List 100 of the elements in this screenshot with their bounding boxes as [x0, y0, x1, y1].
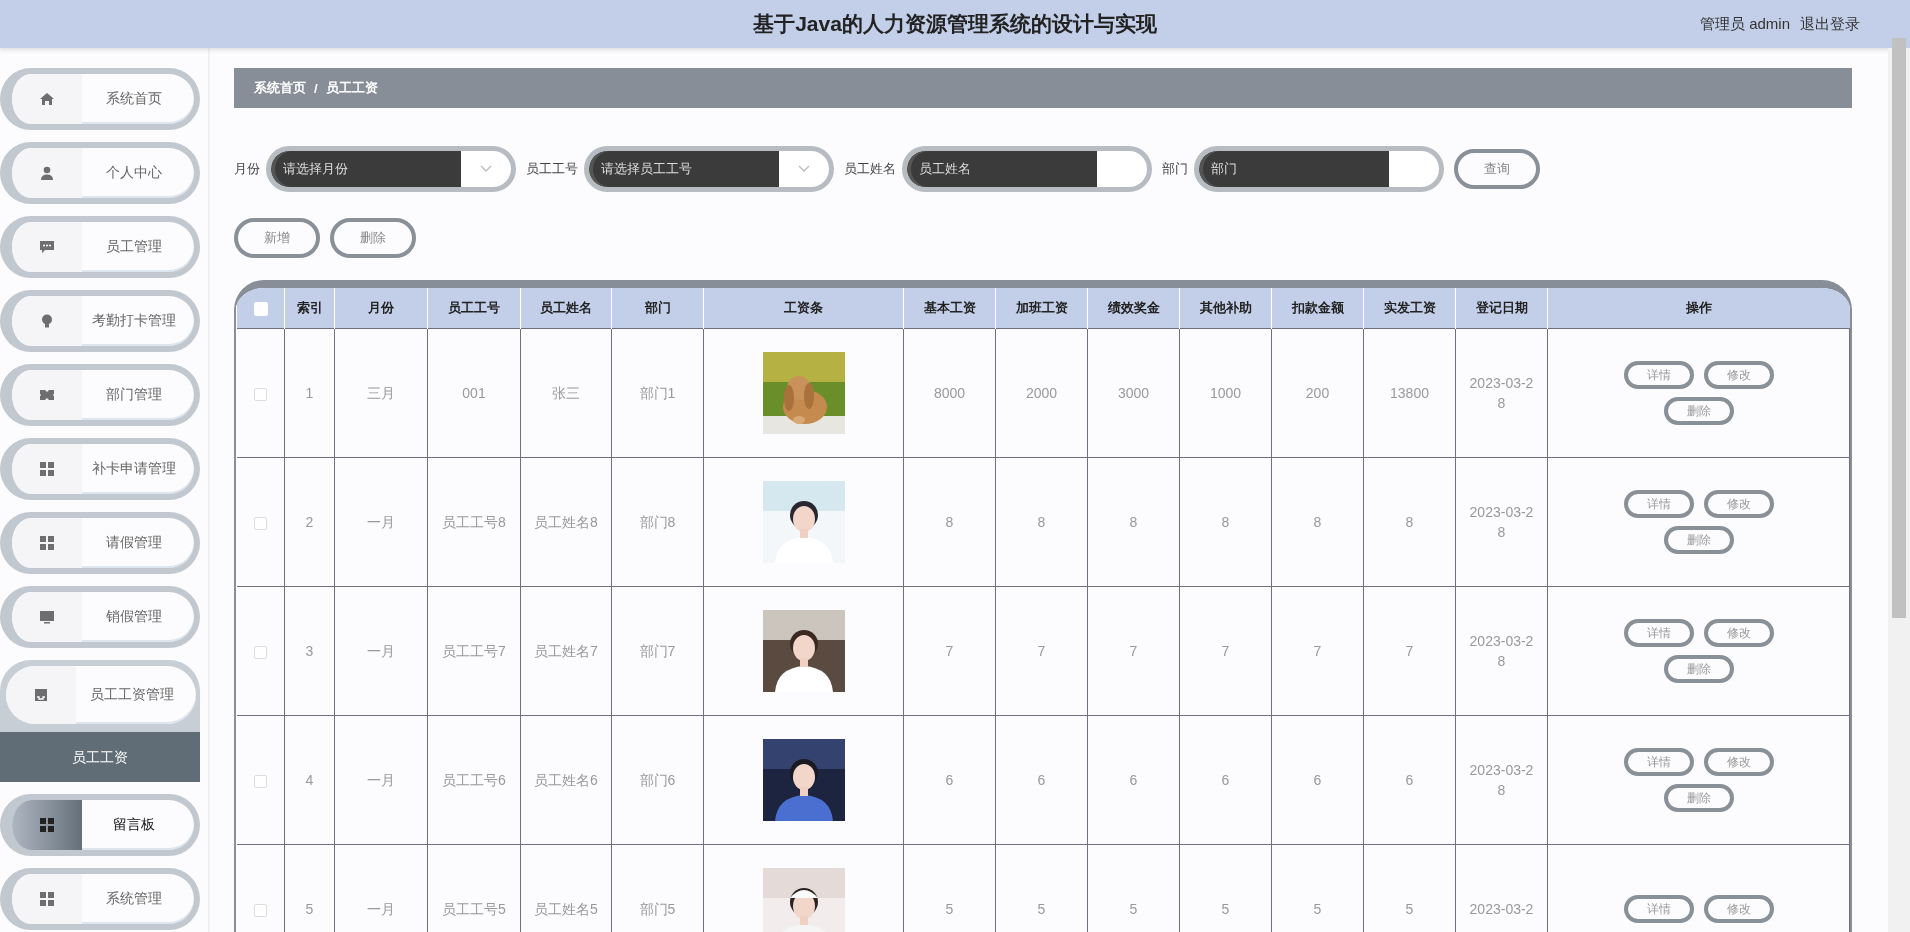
- row-checkbox[interactable]: [253, 516, 267, 530]
- home-icon: [39, 91, 55, 107]
- table-cell: 7: [1271, 586, 1364, 716]
- field-label: 员工姓名: [844, 160, 896, 178]
- user-icon: [39, 165, 55, 181]
- row-action-button[interactable]: 删除: [1663, 526, 1734, 554]
- logout-link[interactable]: 退出登录: [1800, 14, 1860, 34]
- table-cell: 8: [995, 457, 1088, 587]
- table-cell: 部门7: [611, 586, 704, 716]
- table-cell: 200: [1271, 328, 1364, 458]
- table-cell: 员工工号7: [427, 586, 521, 716]
- sidebar-item[interactable]: 部门管理: [0, 364, 200, 426]
- column-header: 登记日期: [1455, 288, 1548, 329]
- table-cell: 001: [427, 328, 521, 458]
- select-all-checkbox[interactable]: [253, 301, 268, 316]
- bulb-icon: [39, 313, 55, 329]
- tray-icon: [33, 687, 49, 703]
- grid-icon: [39, 891, 55, 907]
- ticket-icon: [39, 387, 55, 403]
- sidebar-subitem[interactable]: 员工工资: [0, 732, 200, 782]
- row-action-button[interactable]: 删除: [1663, 397, 1734, 425]
- sidebar-item[interactable]: 考勤打卡管理: [0, 290, 200, 352]
- row-action-button[interactable]: 修改: [1703, 361, 1774, 389]
- select-field[interactable]: 请选择月份: [266, 146, 516, 192]
- table-cell: 7: [1179, 586, 1272, 716]
- table-cell: 3: [284, 586, 335, 716]
- table-cell: 6: [903, 715, 996, 845]
- chevron-down-icon: [480, 165, 492, 173]
- chat-bubble-icon: [39, 239, 55, 255]
- table-cell: 员工工号6: [427, 715, 521, 845]
- breadcrumb-link[interactable]: 系统首页: [254, 79, 306, 97]
- sidebar-item[interactable]: 个人中心: [0, 142, 200, 204]
- row-action-button[interactable]: 修改: [1703, 895, 1774, 923]
- table-cell: 7: [995, 586, 1088, 716]
- row-action-button[interactable]: 删除: [1663, 655, 1734, 683]
- sidebar-item[interactable]: 销假管理: [0, 586, 200, 648]
- table-cell: 2023-03-28: [1455, 715, 1548, 845]
- column-header: 工资条: [703, 288, 904, 329]
- table-cell: 8: [903, 457, 996, 587]
- search-button[interactable]: 查询: [1454, 149, 1540, 189]
- row-checkbox[interactable]: [253, 903, 267, 917]
- row-checkbox[interactable]: [253, 645, 267, 659]
- table-cell: 员工姓名6: [520, 715, 612, 845]
- row-action-button[interactable]: 修改: [1703, 748, 1774, 776]
- breadcrumb-separator: /: [314, 80, 318, 96]
- table-cell: 8: [1179, 457, 1272, 587]
- grid-icon: [39, 817, 55, 833]
- column-header: 加班工资: [995, 288, 1088, 329]
- table-cell: 部门6: [611, 715, 704, 845]
- table-cell: 2023-03-28: [1455, 586, 1548, 716]
- table-cell: 一月: [334, 457, 428, 587]
- row-action-button[interactable]: 详情: [1623, 490, 1694, 518]
- sidebar-item[interactable]: 补卡申请管理: [0, 438, 200, 500]
- column-header: 部门: [611, 288, 704, 329]
- table-cell: 张三: [520, 328, 612, 458]
- sidebar-item[interactable]: 系统管理: [0, 868, 200, 930]
- column-header: 员工姓名: [520, 288, 612, 329]
- table-cell: 员工工号8: [427, 457, 521, 587]
- sidebar-item[interactable]: 员工管理: [0, 216, 200, 278]
- table-cell: 7: [1363, 586, 1456, 716]
- column-header: 其他补助: [1179, 288, 1272, 329]
- row-action-button[interactable]: 详情: [1623, 895, 1694, 923]
- table-cell: 三月: [334, 328, 428, 458]
- column-header: 扣款金额: [1271, 288, 1364, 329]
- sidebar-item[interactable]: 留言板: [0, 794, 200, 856]
- table-cell: 6: [1271, 715, 1364, 845]
- row-action-button[interactable]: 修改: [1703, 619, 1774, 647]
- column-header: 操作: [1547, 288, 1850, 329]
- sidebar-item[interactable]: 系统首页: [0, 68, 200, 130]
- input-field[interactable]: 部门: [1194, 146, 1444, 192]
- column-header: 绩效奖金: [1087, 288, 1180, 329]
- field-label: 员工工号: [526, 160, 578, 178]
- row-action-button[interactable]: 详情: [1623, 619, 1694, 647]
- table-cell: 员工姓名8: [520, 457, 612, 587]
- action-button[interactable]: 新增: [234, 218, 320, 258]
- column-header: 员工工号: [427, 288, 521, 329]
- grid-icon: [39, 461, 55, 477]
- table-cell: 8: [1363, 457, 1456, 587]
- row-action-button[interactable]: 修改: [1703, 490, 1774, 518]
- table-cell: 2: [284, 457, 335, 587]
- table-cell: 6: [1087, 715, 1180, 845]
- row-checkbox[interactable]: [253, 387, 267, 401]
- scrollbar-thumb[interactable]: [1892, 38, 1906, 618]
- table-cell: 8000: [903, 328, 996, 458]
- sidebar-item[interactable]: 请假管理: [0, 512, 200, 574]
- action-button[interactable]: 删除: [330, 218, 416, 258]
- select-field[interactable]: 请选择员工工号: [584, 146, 834, 192]
- breadcrumb-link[interactable]: 员工工资: [325, 79, 378, 97]
- input-field[interactable]: 员工姓名: [902, 146, 1152, 192]
- row-action-button[interactable]: 详情: [1623, 748, 1694, 776]
- row-action-button[interactable]: 详情: [1623, 361, 1694, 389]
- table-cell: 6: [1363, 715, 1456, 845]
- sidebar-item[interactable]: 员工工资管理: [6, 666, 196, 724]
- grid-icon: [39, 535, 55, 551]
- column-header: 月份: [334, 288, 428, 329]
- table-cell: 1000: [1179, 328, 1272, 458]
- row-action-button[interactable]: 删除: [1663, 784, 1734, 812]
- row-checkbox[interactable]: [253, 774, 267, 788]
- table-cell: 4: [284, 715, 335, 845]
- table-cell: 13800: [1363, 328, 1456, 458]
